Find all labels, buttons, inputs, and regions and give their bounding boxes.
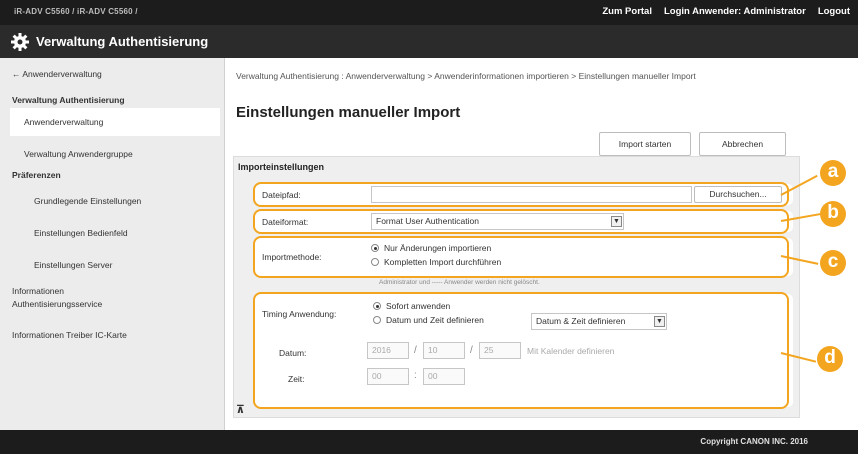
callout-frame-d (253, 292, 789, 409)
sidebar-item-auth-service-line1: Informationen (12, 286, 64, 296)
sidebar-item-panel-settings[interactable]: Einstellungen Bedienfeld (34, 228, 128, 239)
top-bar: iR-ADV C5560 / iR-ADV C5560 / Zum Portal… (0, 0, 858, 25)
callout-frame-b (253, 209, 789, 234)
login-username: Administrator (743, 6, 806, 17)
collapse-icon[interactable]: ⊼ (236, 403, 245, 416)
device-name: iR-ADV C5560 / iR-ADV C5560 / (14, 7, 138, 16)
callout-c: c (820, 250, 846, 276)
import-start-button[interactable]: Import starten (599, 132, 691, 156)
import-method-note: Administrator und ----- Anwender werden … (379, 279, 540, 286)
footer: Copyright CANON INC. 2016 (0, 430, 858, 454)
sidebar-back-link[interactable]: ← Anwenderverwaltung (12, 69, 102, 80)
sidebar-item-ic-card-driver[interactable]: Informationen Treiber IC-Karte (12, 330, 127, 341)
title-bar: Verwaltung Authentisierung (0, 25, 858, 58)
callout-d: d (817, 346, 843, 372)
sidebar-item-user-groups[interactable]: Verwaltung Anwendergruppe (24, 149, 133, 160)
callout-frame-c (253, 236, 789, 278)
page-title: Einstellungen manueller Import (236, 104, 461, 121)
sidebar-item-server-settings[interactable]: Einstellungen Server (34, 260, 112, 271)
logout-link[interactable]: Logout (818, 6, 850, 17)
import-settings-panel: Importeinstellungen Dateipfad: Durchsuch… (233, 156, 800, 418)
copyright: Copyright CANON INC. 2016 (700, 437, 808, 446)
gear-icon (11, 33, 29, 51)
login-user: Login Anwender: Administrator (664, 6, 806, 17)
sidebar-item-user-management[interactable]: Anwenderverwaltung (24, 117, 103, 128)
callout-a: a (820, 160, 846, 186)
import-settings-heading: Importeinstellungen (238, 162, 325, 172)
page-header-title: Verwaltung Authentisierung (36, 34, 209, 49)
main-content: Verwaltung Authentisierung : Anwenderver… (226, 58, 858, 430)
sidebar-group-title: Präferenzen (12, 170, 61, 180)
sidebar-item-auth-service-line2: Authentisierungsservice (12, 299, 103, 309)
login-label: Login Anwender: (663, 6, 742, 17)
callout-b: b (820, 201, 846, 227)
sidebar-section-title: Verwaltung Authentisierung (12, 95, 125, 105)
sidebar-item-basic-settings[interactable]: Grundlegende Einstellungen (34, 196, 141, 207)
cancel-button[interactable]: Abbrechen (699, 132, 786, 156)
sidebar: ← Anwenderverwaltung Verwaltung Authenti… (0, 58, 225, 430)
callout-frame-a (253, 182, 789, 207)
breadcrumb: Verwaltung Authentisierung : Anwenderver… (236, 71, 696, 81)
portal-link[interactable]: Zum Portal (602, 6, 652, 17)
